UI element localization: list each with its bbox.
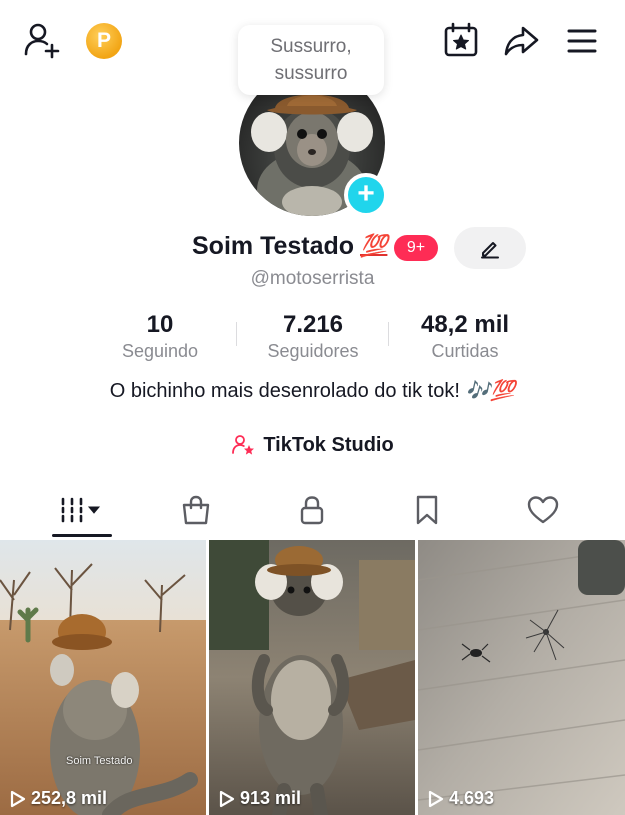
stat-value: 48,2 mil (420, 311, 510, 338)
tab-shop[interactable] (166, 490, 226, 530)
tab-private[interactable] (282, 490, 342, 530)
name-emoji: 💯 (360, 233, 388, 258)
menu-icon[interactable] (563, 22, 601, 60)
pencil-icon (481, 242, 499, 259)
video-watermark: Soim Testado (66, 755, 133, 767)
tab-liked[interactable] (513, 490, 573, 530)
stat-value: 10 (146, 311, 174, 338)
stat-label: Seguindo (121, 341, 199, 361)
play-icon (10, 790, 26, 807)
tab-saved[interactable] (397, 490, 457, 530)
username: @motoserrista (250, 268, 375, 289)
stat-followers[interactable]: 7.216 Seguidores (233, 311, 393, 362)
bio: O bichinho mais desenrolado do tik tok! … (0, 378, 625, 403)
view-count: 252,8 mil (10, 788, 107, 809)
calendar-star-icon[interactable] (441, 20, 481, 60)
bio-text: O bichinho mais desenrolado do tik tok! (109, 380, 466, 402)
heart-icon (527, 496, 559, 524)
lock-icon (300, 496, 324, 525)
view-count-text: 4.693 (449, 788, 495, 808)
video-thumbnail[interactable]: 4.693 (418, 540, 625, 815)
view-count: 4.693 (428, 788, 494, 809)
tiktok-studio-link[interactable]: TikTok Studio (0, 433, 625, 457)
notification-badge[interactable]: 9+ (394, 235, 438, 261)
bookmark-icon (416, 495, 438, 525)
tab-videos[interactable] (52, 490, 112, 530)
view-count-text: 913 mil (240, 788, 302, 808)
video-thumbnail[interactable]: Soim Testado 252,8 mil (0, 540, 206, 815)
bio-emoji: 🎶💯 (465, 380, 516, 402)
studio-user-icon (232, 435, 255, 455)
add-avatar-button[interactable]: + (344, 173, 388, 217)
active-tab-indicator (52, 534, 112, 537)
view-count: 913 mil (219, 788, 301, 809)
add-user-icon[interactable] (22, 20, 62, 60)
stat-label: Seguidores (267, 341, 359, 361)
status-bubble[interactable]: Sussurro, sussurro (238, 25, 384, 95)
play-icon (219, 790, 235, 807)
edit-profile-button[interactable] (454, 227, 526, 269)
stat-following[interactable]: 10 Seguindo (80, 311, 240, 362)
video-thumbnail[interactable]: 913 mil (209, 540, 415, 815)
stat-label: Curtidas (431, 341, 499, 361)
display-name: Soim Testado (192, 232, 355, 260)
videos-grid-icon (61, 497, 101, 523)
stat-value: 7.216 (282, 311, 344, 338)
stat-likes[interactable]: 48,2 mil Curtidas (385, 311, 545, 362)
view-count-text: 252,8 mil (31, 788, 108, 808)
coins-icon[interactable]: P (86, 23, 122, 59)
share-icon[interactable] (501, 20, 541, 60)
play-icon (428, 790, 444, 807)
studio-label: TikTok Studio (263, 433, 394, 456)
shopping-bag-icon (182, 495, 210, 525)
